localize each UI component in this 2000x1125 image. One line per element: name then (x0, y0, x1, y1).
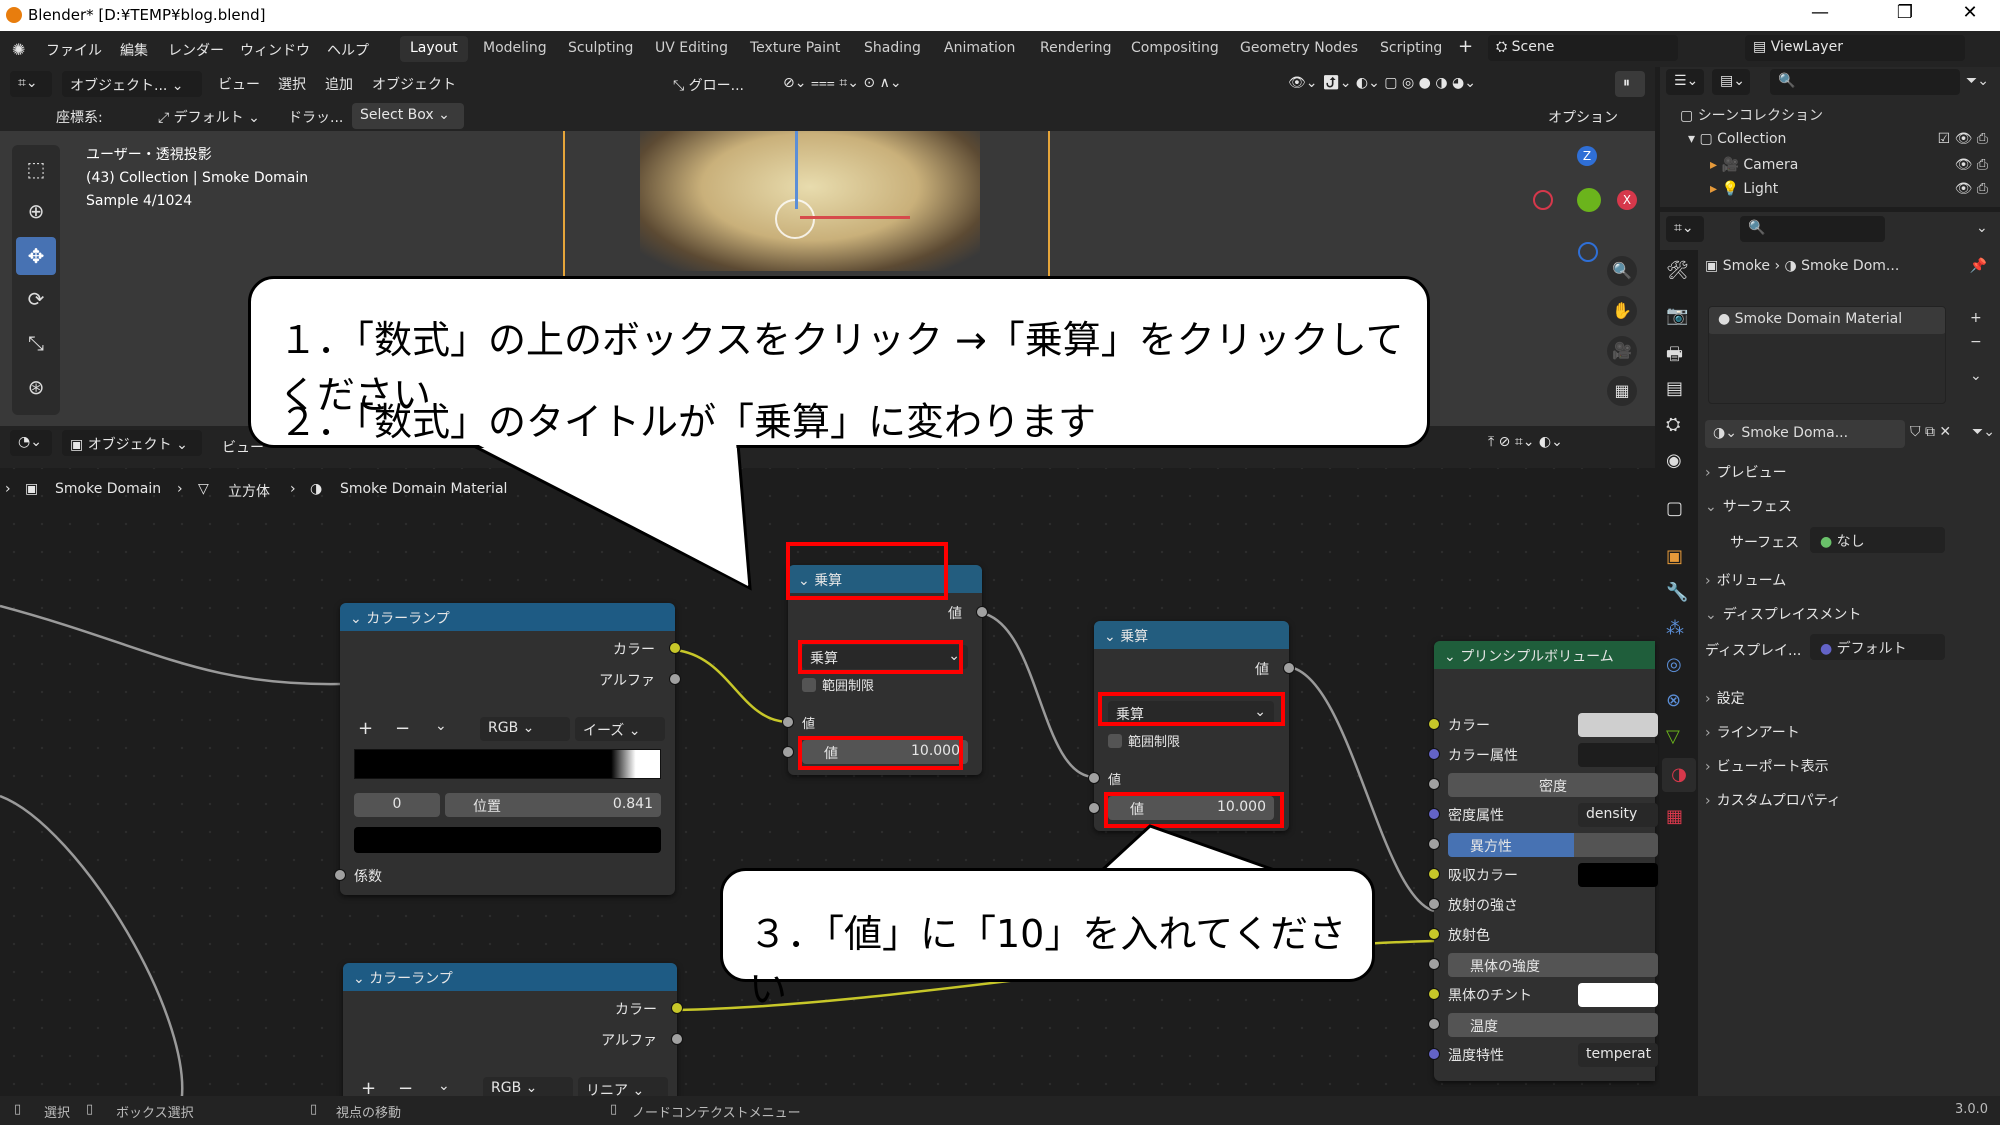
visibility-icons[interactable]: 👁 ⎙ (1955, 157, 1988, 173)
filter-icon[interactable]: ⏷⌄ (1966, 73, 1989, 89)
visibility-icons[interactable]: ☑ 👁 ⎙ (1938, 131, 1988, 147)
status-select: 選択 (44, 1106, 71, 1121)
surface-value: なし (1836, 534, 1865, 550)
panel-surface-label: サーフェス (1722, 499, 1792, 515)
physics-tab-icon[interactable]: ◎ (1666, 654, 1682, 675)
object-tab-icon[interactable]: ▣ (1666, 546, 1683, 567)
socket-dot-icon: ● (1820, 534, 1837, 550)
world-tab-icon[interactable]: ◉ (1666, 450, 1682, 471)
socket-dot-icon: ● (1820, 641, 1837, 657)
callout1-pointer-fill (473, 442, 748, 586)
scene-tab-icon[interactable]: ⛭ (1666, 414, 1680, 435)
remove-slot-icon[interactable]: − (1970, 334, 1982, 350)
properties-editor-icon[interactable]: ⌗⌄ (1666, 216, 1704, 242)
scene-collection-label: シーンコレクション (1697, 108, 1823, 124)
data-tab-icon[interactable]: ▽ (1666, 726, 1680, 747)
mouse-middle-icon: ▯ (310, 1102, 318, 1117)
panel-displacement[interactable]: ⌄ ディスプレイスメント (1705, 604, 1995, 632)
panel-surface[interactable]: ⌄ サーフェス (1705, 496, 1995, 524)
output-tab-icon[interactable]: 🖶 (1666, 342, 1683, 372)
panel-custom-props-label: カスタムプロパティ (1716, 793, 1841, 809)
outliner-collection-row[interactable]: ▾ ▢ Collection ☑ 👁 ⎙ (1688, 131, 1996, 155)
outliner-editor-icon[interactable]: ☰⌄ (1666, 69, 1704, 95)
outliner-camera-row[interactable]: ▸ 🎥 Camera 👁 ⎙ (1710, 157, 1996, 181)
panel-volume-label: ボリューム (1716, 573, 1787, 589)
displacement-value: デフォルト (1836, 641, 1907, 657)
camera-label: Camera (1743, 157, 1799, 173)
add-slot-icon[interactable]: + (1970, 310, 1982, 326)
outliner-search[interactable]: 🔍 (1770, 69, 1960, 95)
tool-tab-icon[interactable]: 🛠 (1666, 260, 1689, 281)
panel-volume[interactable]: › ボリューム (1705, 570, 1995, 598)
version-label: 3.0.0 (1955, 1102, 1989, 1117)
constraints-tab-icon[interactable]: ⊗ (1666, 690, 1681, 711)
panel-settings[interactable]: › 設定 (1705, 688, 1995, 716)
panel-custom-props[interactable]: › カスタムプロパティ (1705, 790, 1995, 818)
scene-collection-icon: ▢ (1680, 108, 1698, 124)
status-context: ノードコンテクストメニュー (632, 1106, 801, 1121)
material-datablock[interactable]: ◑⌄ Smoke Doma... (1705, 420, 1905, 448)
surface-label: サーフェス (1730, 535, 1800, 551)
pin-icon[interactable]: 📌 (1970, 258, 1987, 274)
render-tab-icon[interactable]: 📷 (1666, 305, 1688, 326)
slot-menu-icon[interactable]: ⌄ (1970, 368, 1982, 384)
properties-editor: ⌗⌄ 🔍 ⌄ ▣ Smoke › ◑ Smoke Dom... 📌 ● Smoke… (1660, 212, 2000, 1096)
collection-label: Collection (1717, 131, 1787, 147)
outliner-light-row[interactable]: ▸ 💡 Light 👁 ⎙ (1710, 181, 1996, 205)
node-filter-icon[interactable]: ⏷⌄ (1972, 424, 1995, 440)
mouse-right-icon: ▯ (610, 1102, 618, 1117)
status-box-select: ボックス選択 (116, 1106, 194, 1121)
particles-tab-icon[interactable]: ⁂ (1666, 618, 1684, 639)
displacement-label: ディスプレイ... (1705, 643, 1802, 659)
panel-viewport-display[interactable]: › ビューポート表示 (1705, 756, 1995, 784)
outliner: ☰⌄ ▤⌄ 🔍 ⏷⌄ ▢ シーンコレクション ▾ ▢ Collection ☑ 👁… (1660, 67, 2000, 207)
visibility-icons[interactable]: 👁 ⎙ (1955, 181, 1988, 197)
panel-viewport-display-label: ビューポート表示 (1716, 759, 1829, 775)
panel-preview-label: プレビュー (1716, 465, 1787, 481)
mouse-left-icon: ▯ (14, 1102, 22, 1117)
panel-preview[interactable]: › プレビュー (1705, 462, 1995, 490)
surface-field[interactable]: ● なし (1810, 527, 1945, 553)
status-bar: ▯ 選択 ▯ ボックス選択 ▯ 視点の移動 ▯ ノードコンテクストメニュー 3.… (0, 1096, 2000, 1125)
path-material: Smoke Dom... (1801, 258, 1900, 274)
view-layer-tab-icon[interactable]: ▤ (1666, 378, 1683, 399)
collapse-icon[interactable]: ⌄ (1976, 220, 1988, 236)
displacement-field[interactable]: ● デフォルト (1810, 634, 1945, 660)
collection-tab-icon[interactable]: ▢ (1666, 498, 1683, 519)
panel-lineart-label: ラインアート (1716, 725, 1800, 741)
panel-displacement-label: ディスプレイスメント (1722, 607, 1862, 623)
instruction-callout-3: ３．「値」に「10」を入れてください (720, 868, 1375, 1011)
panel-settings-label: 設定 (1716, 691, 1745, 707)
properties-search[interactable]: 🔍 (1740, 216, 1885, 242)
modifier-tab-icon[interactable]: 🔧 (1666, 582, 1688, 603)
material-type-icon: ◑⌄ (1713, 425, 1742, 441)
outliner-scene-collection: ▢ シーンコレクション (1680, 105, 1823, 125)
object-icon: ▣ (1705, 258, 1723, 274)
expand-icon: ▾ ▢ (1688, 131, 1718, 147)
light-icon: ▸ 💡 (1710, 181, 1744, 197)
mouse-drag-icon: ▯ (86, 1102, 94, 1117)
properties-path: ▣ Smoke › ◑ Smoke Dom... 📌 (1705, 258, 1987, 274)
fake-user-icon[interactable]: ⛉ ⧉ ✕ (1910, 424, 1951, 440)
path-object: Smoke (1722, 258, 1770, 274)
properties-tabs: 🛠 📷 🖶 ▤ ⛭ ◉ ▢ ▣ 🔧 ⁂ ◎ ⊗ ▽ ◑ ▦ (1660, 250, 1698, 1096)
material-slot-list (1708, 306, 1946, 404)
instruction-step-3: ３．「値」に「10」を入れてください (749, 912, 1347, 1011)
material-tab-icon[interactable]: ◑ (1662, 758, 1696, 792)
panel-lineart[interactable]: › ラインアート (1705, 722, 1995, 750)
light-label: Light (1743, 181, 1779, 197)
texture-tab-icon[interactable]: ▦ (1666, 806, 1683, 827)
material-name: Smoke Doma... (1741, 425, 1849, 441)
camera-icon: ▸ 🎥 (1710, 157, 1744, 173)
status-pan: 視点の移動 (336, 1106, 402, 1121)
display-mode-icon[interactable]: ▤⌄ (1712, 69, 1750, 95)
